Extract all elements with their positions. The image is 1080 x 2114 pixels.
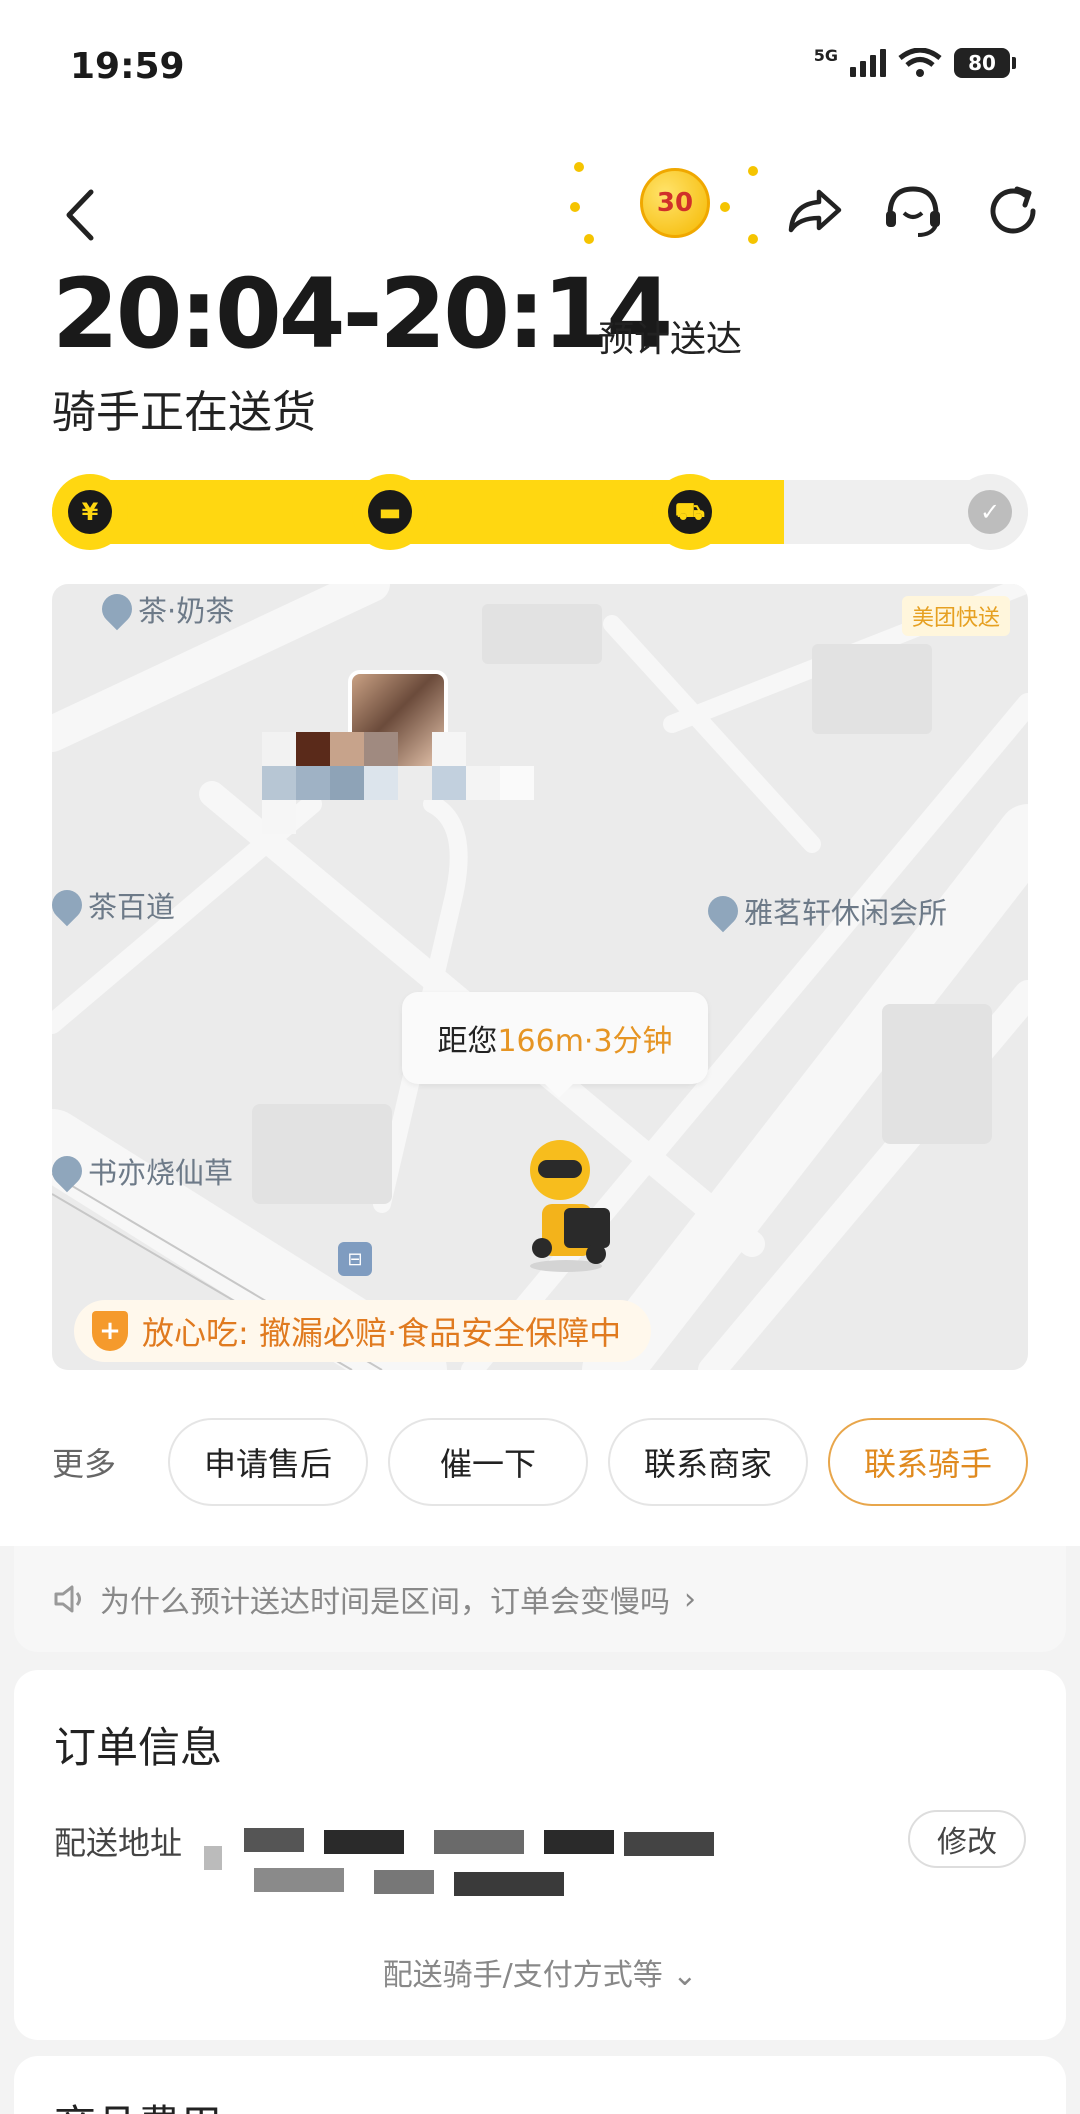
network-type: 5G	[813, 46, 838, 65]
contact-rider-button[interactable]: 联系骑手	[828, 1418, 1028, 1506]
map-pin-icon	[52, 883, 89, 927]
yuan-icon: ¥	[68, 490, 112, 534]
customer-service-button[interactable]	[878, 176, 948, 246]
distance-bubble: 距您 166m·3分钟	[402, 992, 708, 1098]
poi-chabaidao[interactable]: 茶百道	[52, 883, 175, 927]
order-info-card: 订单信息 配送地址 修改 配送骑手/支付方式等 ⌄	[14, 1670, 1066, 2040]
step-merchant: ▬	[352, 474, 428, 550]
blurred-label	[262, 732, 622, 842]
speaker-icon	[54, 1585, 81, 1613]
eta-tip-text: 为什么预计送达时间是区间，订单会变慢吗	[100, 1585, 670, 1620]
map-pin-icon	[95, 587, 139, 631]
headset-icon	[886, 186, 940, 237]
item-cost-title: 商品费用	[54, 2092, 222, 2114]
coin-reward[interactable]: 30	[560, 158, 760, 248]
more-label: 更多	[52, 1445, 117, 1483]
refresh-button[interactable]	[978, 176, 1048, 246]
step-delivering: ⛟	[652, 474, 728, 550]
chevron-right-icon: ›	[684, 1581, 696, 1617]
chevron-down-icon: ⌄	[672, 1958, 698, 1993]
share-icon	[788, 189, 842, 233]
address-label: 配送地址	[54, 1824, 183, 1862]
contact-merchant-button[interactable]: 联系商家	[608, 1418, 808, 1506]
eta-suffix: 预计送达	[598, 319, 743, 360]
urge-button[interactable]: 催一下	[388, 1418, 588, 1506]
expand-order-details[interactable]: 配送骑手/支付方式等 ⌄	[14, 1950, 1066, 1994]
map-service-tag: 美团快送	[901, 596, 1010, 636]
step-arrived: ✓	[952, 474, 1028, 550]
address-redacted	[204, 1818, 724, 1908]
order-info-title: 订单信息	[54, 1723, 223, 1772]
signal-icon	[850, 49, 886, 77]
store-icon: ▬	[368, 490, 412, 534]
delivery-status: 骑手正在送货	[52, 387, 316, 438]
scooter-icon: ⛟	[668, 490, 712, 534]
action-row: 更多 申请售后 催一下 联系商家 联系骑手	[52, 1418, 1028, 1506]
eta-time: 20:04-20:14	[52, 258, 673, 370]
delivery-map[interactable]: 茶·奶茶 茶百道 雅茗轩休闲会所 书亦烧仙草 美团快送 距您 166m·3分钟 ⊟…	[52, 584, 1028, 1370]
coin-icon: 30	[640, 168, 710, 238]
poi-yamingxuan[interactable]: 雅茗轩休闲会所	[701, 889, 947, 933]
poi-milk-tea[interactable]: 茶·奶茶	[95, 587, 234, 631]
map-pin-icon	[701, 889, 745, 933]
status-icons: 5G 80	[813, 46, 1016, 78]
refresh-icon	[990, 186, 1036, 234]
bus-stop-icon: ⊟	[338, 1242, 372, 1276]
header: 30 20:04-20:14 预计送达 骑手正在送货 ¥ ▬ ⛟ ✓	[0, 140, 1080, 580]
share-button[interactable]	[780, 176, 850, 246]
status-bar: 19:59 5G 80	[0, 0, 1080, 140]
eta-tip[interactable]: 为什么预计送达时间是区间，订单会变慢吗 ›	[14, 1546, 1066, 1652]
battery-icon: 80	[954, 48, 1016, 78]
delivery-progress: ¥ ▬ ⛟ ✓	[52, 474, 1028, 550]
edit-address-button[interactable]: 修改	[908, 1810, 1026, 1868]
status-time: 19:59	[70, 46, 185, 87]
distance-value: 166m·3分钟	[497, 1024, 673, 1059]
wifi-icon	[898, 48, 942, 77]
poi-shuyi[interactable]: 书亦烧仙草	[52, 1149, 233, 1193]
food-safety-banner[interactable]: + 放心吃: 撤漏必赔·食品安全保障中	[74, 1300, 652, 1362]
check-icon: ✓	[968, 490, 1012, 534]
chevron-left-icon	[66, 189, 94, 241]
food-safety-text: 放心吃: 撤漏必赔·食品安全保障中	[142, 1314, 622, 1352]
shield-icon: +	[92, 1311, 128, 1351]
step-paid: ¥	[52, 474, 128, 550]
after-sales-button[interactable]: 申请售后	[168, 1418, 368, 1506]
back-button[interactable]	[50, 180, 110, 250]
item-cost-card: 商品费用	[14, 2056, 1066, 2114]
rider-icon	[530, 1140, 610, 1272]
map-pin-icon	[52, 1149, 89, 1193]
